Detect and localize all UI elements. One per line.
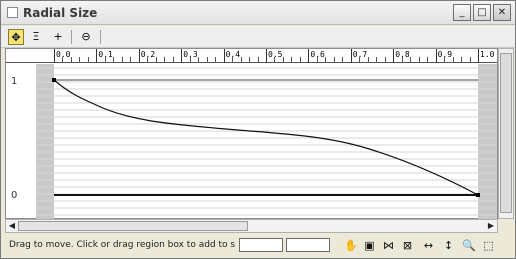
vertical-scroll-thumb[interactable]: [500, 53, 512, 213]
ruler-minor-tick: [333, 57, 335, 63]
zoom-extents-icon[interactable]: ▣: [362, 238, 377, 253]
zoom-region-icon[interactable]: ⬚: [481, 238, 496, 253]
ruler-minor-tick: [147, 57, 149, 63]
ruler-minor-tick: [155, 57, 157, 63]
ruler-major-tick: [435, 49, 437, 63]
ruler-minor-tick: [257, 57, 259, 63]
ruler-major-tick: [138, 49, 140, 63]
status-bar: Drag to move. Click or drag region box t…: [1, 235, 515, 258]
ruler-minor-tick: [342, 57, 344, 63]
ruler-major-tick: [393, 49, 395, 63]
window-title: Radial Size: [23, 6, 98, 20]
ruler-minor-tick: [172, 57, 174, 63]
curve-editor-window: Radial Size _ □ ✕ ✥ Ξ + ⊖ 0.0 0.1 0.2 0.3 0.…: [0, 0, 516, 259]
scale-icon[interactable]: Ξ: [28, 29, 44, 45]
toolbar-separator: [100, 30, 101, 44]
ruler-minor-tick: [62, 57, 64, 63]
zoom-horizontal-icon[interactable]: ↔: [421, 238, 436, 253]
y-axis-bottom-label: 0: [11, 190, 18, 201]
ruler-major-tick: [266, 49, 267, 63]
pan-icon[interactable]: ✋: [343, 238, 358, 253]
ruler-minor-tick: [444, 57, 446, 63]
curve-toolbar: ✥ Ξ + ⊖: [1, 26, 515, 48]
start-key-point[interactable]: [52, 78, 56, 82]
ruler-minor-tick: [232, 57, 234, 63]
zoom-vertical-icon[interactable]: ↕: [441, 238, 456, 253]
horizontal-scroll-thumb[interactable]: [18, 221, 248, 231]
right-range-bar: [478, 64, 497, 219]
toolbar-separator: [71, 30, 72, 44]
ruler-minor-tick: [452, 57, 454, 63]
ruler-minor-tick: [299, 57, 301, 63]
ruler-minor-tick: [206, 57, 208, 63]
ruler-minor-tick: [316, 57, 318, 63]
maximize-button[interactable]: □: [473, 4, 491, 21]
ruler-minor-tick: [215, 57, 217, 63]
ruler-minor-tick: [325, 57, 327, 63]
ruler-minor-tick: [130, 57, 132, 63]
ruler-minor-tick: [291, 57, 293, 63]
insert-point-icon[interactable]: +: [50, 29, 66, 45]
close-button[interactable]: ✕: [493, 4, 511, 21]
ruler-minor-tick: [189, 57, 191, 63]
ruler-minor-tick: [164, 57, 166, 63]
ruler-minor-tick: [87, 57, 89, 63]
horizontal-scrollbar[interactable]: ◀ ▶: [5, 219, 498, 233]
move-icon[interactable]: ✥: [8, 29, 24, 45]
zoom-icon[interactable]: 🔍: [461, 238, 476, 253]
time-ruler[interactable]: 0.0 0.1 0.2 0.3 0.4 0.5 0.6 0.7 0.8 0.9 1.0: [6, 49, 497, 63]
ruler-minor-tick: [469, 57, 471, 63]
end-key-point[interactable]: [476, 193, 480, 197]
ruler-minor-tick: [198, 57, 200, 63]
ruler-minor-tick: [367, 57, 369, 63]
zoom-horizontal-extents-icon[interactable]: ⋈: [381, 238, 396, 253]
minimize-button[interactable]: _: [453, 4, 471, 21]
ruler-minor-tick: [113, 57, 115, 63]
ruler-minor-tick: [274, 57, 276, 63]
ruler-major-tick: [308, 49, 310, 63]
time-value-field[interactable]: [239, 238, 283, 252]
ruler-major-tick: [478, 49, 479, 63]
scroll-left-arrow-icon[interactable]: ◀: [6, 220, 18, 232]
y-axis-top-label: 1: [11, 76, 18, 87]
ruler-minor-tick: [249, 57, 251, 63]
ruler-minor-tick: [401, 57, 403, 63]
window-icon: [7, 7, 18, 18]
ruler-major-tick: [54, 49, 55, 63]
ruler-minor-tick: [70, 57, 72, 63]
ruler-minor-tick: [121, 57, 123, 63]
left-range-bar: [36, 64, 54, 219]
vertical-scrollbar[interactable]: [498, 48, 514, 219]
ruler-minor-tick: [104, 57, 106, 63]
curve-canvas[interactable]: [6, 64, 497, 219]
ruler-minor-tick: [418, 57, 420, 63]
ruler-tick-label: 1.0: [480, 50, 495, 59]
ruler-major-tick: [223, 49, 225, 63]
ruler-minor-tick: [461, 57, 463, 63]
curve-graph-area[interactable]: 0.0 0.1 0.2 0.3 0.4 0.5 0.6 0.7 0.8 0.9 1.0 1 0: [5, 48, 498, 219]
ruler-minor-tick: [79, 57, 81, 63]
ruler-major-tick: [96, 49, 98, 63]
ruler-major-tick: [181, 49, 183, 63]
ruler-minor-tick: [384, 57, 386, 63]
ruler-minor-tick: [359, 57, 361, 63]
grid-lines: [36, 67, 497, 216]
ruler-minor-tick: [240, 57, 242, 63]
ruler-minor-tick: [282, 57, 284, 63]
delete-point-icon[interactable]: ⊖: [78, 29, 94, 45]
ruler-minor-tick: [376, 57, 378, 63]
ruler-minor-tick: [410, 57, 412, 63]
ruler-major-tick: [350, 49, 352, 63]
scroll-right-arrow-icon[interactable]: ▶: [485, 220, 497, 232]
zoom-value-extents-icon[interactable]: ⊠: [400, 238, 415, 253]
ruler-minor-tick: [427, 57, 429, 63]
title-bar[interactable]: Radial Size _ □ ✕: [1, 1, 515, 25]
key-value-field[interactable]: [286, 238, 330, 252]
status-message: Drag to move. Click or drag region box t…: [9, 240, 235, 250]
